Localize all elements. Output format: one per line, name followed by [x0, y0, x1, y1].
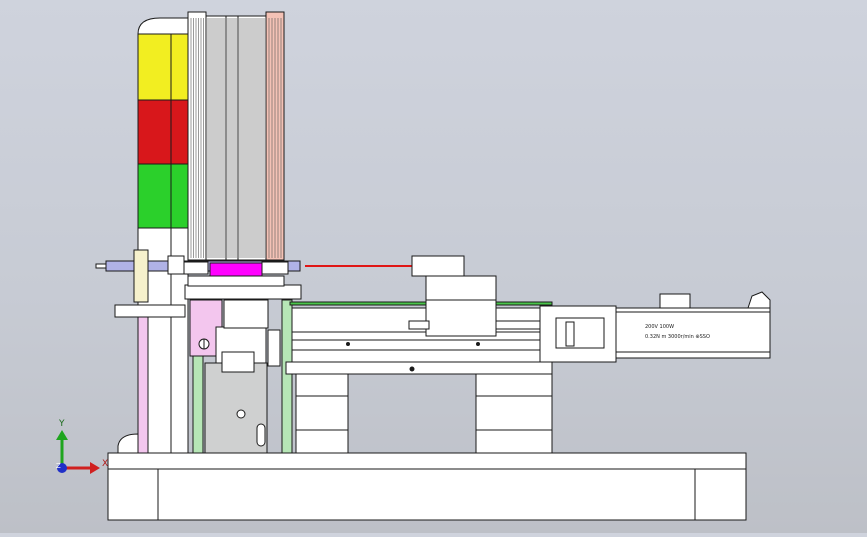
lavender-rod [105, 260, 135, 272]
sensor-head [411, 255, 465, 277]
axis-triad: Y X Z [56, 419, 108, 474]
signal-red-lamp [137, 99, 189, 165]
signal-tower [117, 17, 189, 454]
motor-label-line1: 200V 100W [645, 324, 674, 330]
axis-x-label: X [102, 459, 108, 469]
signal-green-lamp [137, 163, 189, 229]
axis-y-label: Y [58, 419, 65, 429]
green-rail [289, 301, 553, 306]
machine-drawing: 200V 100W 0.32N m 3000r/min ⊕SSO Y X Z [56, 11, 771, 521]
support-pedestals [295, 373, 553, 454]
axis-z-label: Z [56, 462, 61, 470]
cad-viewport[interactable]: 200V 100W 0.32N m 3000r/min ⊕SSO Y X Z [0, 0, 867, 533]
signal-yellow-lamp [137, 33, 189, 101]
motor-label-line2: 0.32N m 3000r/min ⊕SSO [645, 334, 710, 340]
linear-axis [285, 255, 553, 375]
base-plate [107, 452, 747, 521]
feeder-stack [187, 11, 285, 261]
servo-motor: 200V 100W 0.32N m 3000r/min ⊕SSO [539, 291, 771, 363]
